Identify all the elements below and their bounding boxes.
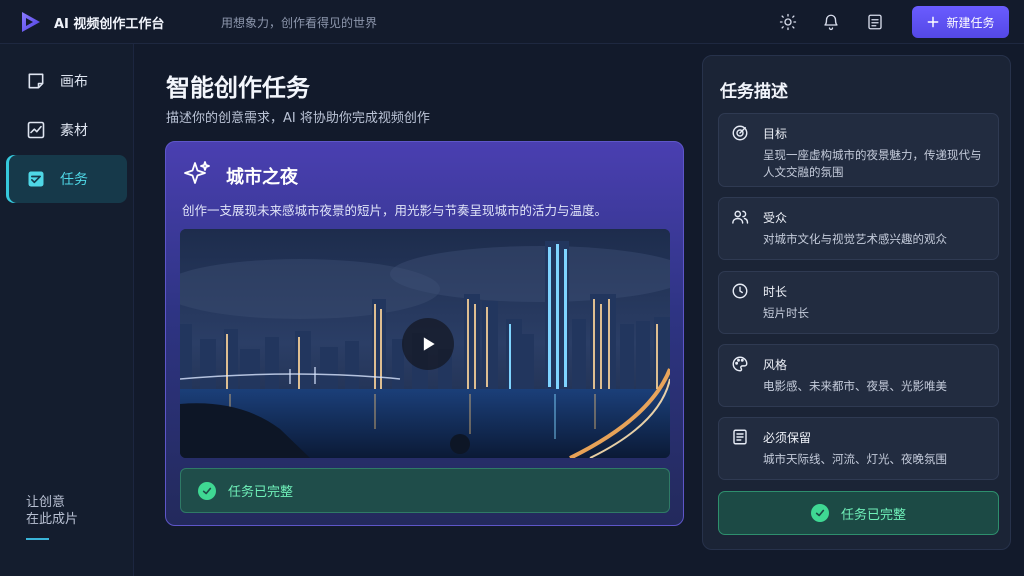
sidebar-footer-line2: 在此成片 (26, 512, 79, 527)
card-status-label: 任务已完整 (228, 485, 294, 500)
field-label: 受众 (763, 211, 788, 225)
field-audience: 受众 对城市文化与视觉艺术感兴趣的观众 (718, 197, 999, 260)
field-label: 时长 (763, 285, 788, 299)
field-must-keep: 必须保留 城市天际线、河流、灯光、夜晚氛围 (718, 417, 999, 480)
task-complete-label: 任务已完整 (840, 507, 906, 523)
target-icon (732, 125, 748, 141)
palette-icon (732, 356, 748, 372)
task-card[interactable]: 城市之夜 创作一支展现未来感城市夜景的短片，用光影与节奏呈现城市的活力与温度。 (165, 141, 684, 526)
field-label: 必须保留 (763, 431, 812, 445)
clock-icon (732, 283, 748, 299)
field-label: 风格 (763, 358, 788, 372)
panel-title: 任务描述 (720, 82, 788, 102)
sidebar-item-label: 素材 (60, 123, 88, 139)
sidebar-footer: 让创意 在此成片 (26, 494, 78, 528)
play-icon (423, 337, 435, 351)
sidebar-item-label: 画布 (60, 74, 88, 90)
new-task-label: 新建任务 (946, 15, 995, 30)
sun-icon[interactable] (778, 12, 798, 32)
chart-icon (27, 121, 45, 139)
app-logo-icon (22, 12, 40, 32)
field-value: 对城市文化与视觉艺术感兴趣的观众 (763, 232, 947, 246)
play-button[interactable] (402, 318, 454, 370)
task-check-icon (28, 171, 44, 187)
field-style: 风格 电影感、未来都市、夜景、光影唯美 (718, 344, 999, 407)
users-icon (732, 210, 749, 224)
field-duration: 时长 短片时长 (718, 271, 999, 334)
sidebar-item-assets[interactable]: 素材 (6, 106, 127, 154)
card-title: 城市之夜 (226, 167, 298, 188)
app-slogan: 用想象力，创作看得见的世界 (221, 16, 378, 30)
list-doc-icon (733, 429, 747, 445)
video-preview[interactable] (180, 229, 670, 458)
new-task-button[interactable]: 新建任务 (912, 6, 1009, 38)
sidebar-footer-divider (26, 538, 49, 540)
canvas-icon (28, 73, 44, 89)
document-icon[interactable] (865, 12, 885, 32)
app-title: AI 视频创作工作台 (54, 17, 165, 32)
card-status-bar: 任务已完整 (180, 468, 670, 513)
plus-icon (928, 16, 939, 28)
field-value: 呈现一座虚构城市的夜景魅力，传递现代与人文交融的氛围 (763, 148, 982, 179)
field-label: 目标 (763, 127, 788, 141)
top-bar: AI 视频创作工作台 用想象力，创作看得见的世界 新建任务 (0, 0, 1024, 44)
page-subtitle: 描述你的创意需求，AI 将协助你完成视频创作 (166, 111, 430, 126)
card-description: 创作一支展现未来感城市夜景的短片，用光影与节奏呈现城市的活力与温度。 (182, 203, 608, 218)
sidebar-item-canvas[interactable]: 画布 (6, 57, 127, 105)
sidebar-item-label: 任务 (60, 172, 88, 188)
check-circle-icon (810, 504, 829, 522)
sidebar-footer-line1: 让创意 (26, 495, 66, 510)
check-circle-icon (198, 481, 216, 500)
field-value: 电影感、未来都市、夜景、光影唯美 (763, 379, 947, 393)
page-title: 智能创作任务 (166, 74, 310, 102)
field-goal: 目标 呈现一座虚构城市的夜景魅力，传递现代与人文交融的氛围 (718, 113, 999, 187)
task-description-panel: 任务描述 目标 呈现一座虚构城市的夜景魅力，传递现代与人文交融的氛围 受众 对城… (702, 55, 1011, 550)
sidebar: 画布 素材 任务 让创意 在此成片 (0, 44, 134, 576)
field-value: 短片时长 (763, 306, 809, 320)
bell-icon[interactable] (821, 12, 841, 32)
sparkle-icon (184, 161, 210, 184)
task-complete-button[interactable]: 任务已完整 (718, 491, 999, 535)
sidebar-item-tasks[interactable]: 任务 (6, 155, 127, 203)
field-value: 城市天际线、河流、灯光、夜晚氛围 (763, 452, 947, 466)
